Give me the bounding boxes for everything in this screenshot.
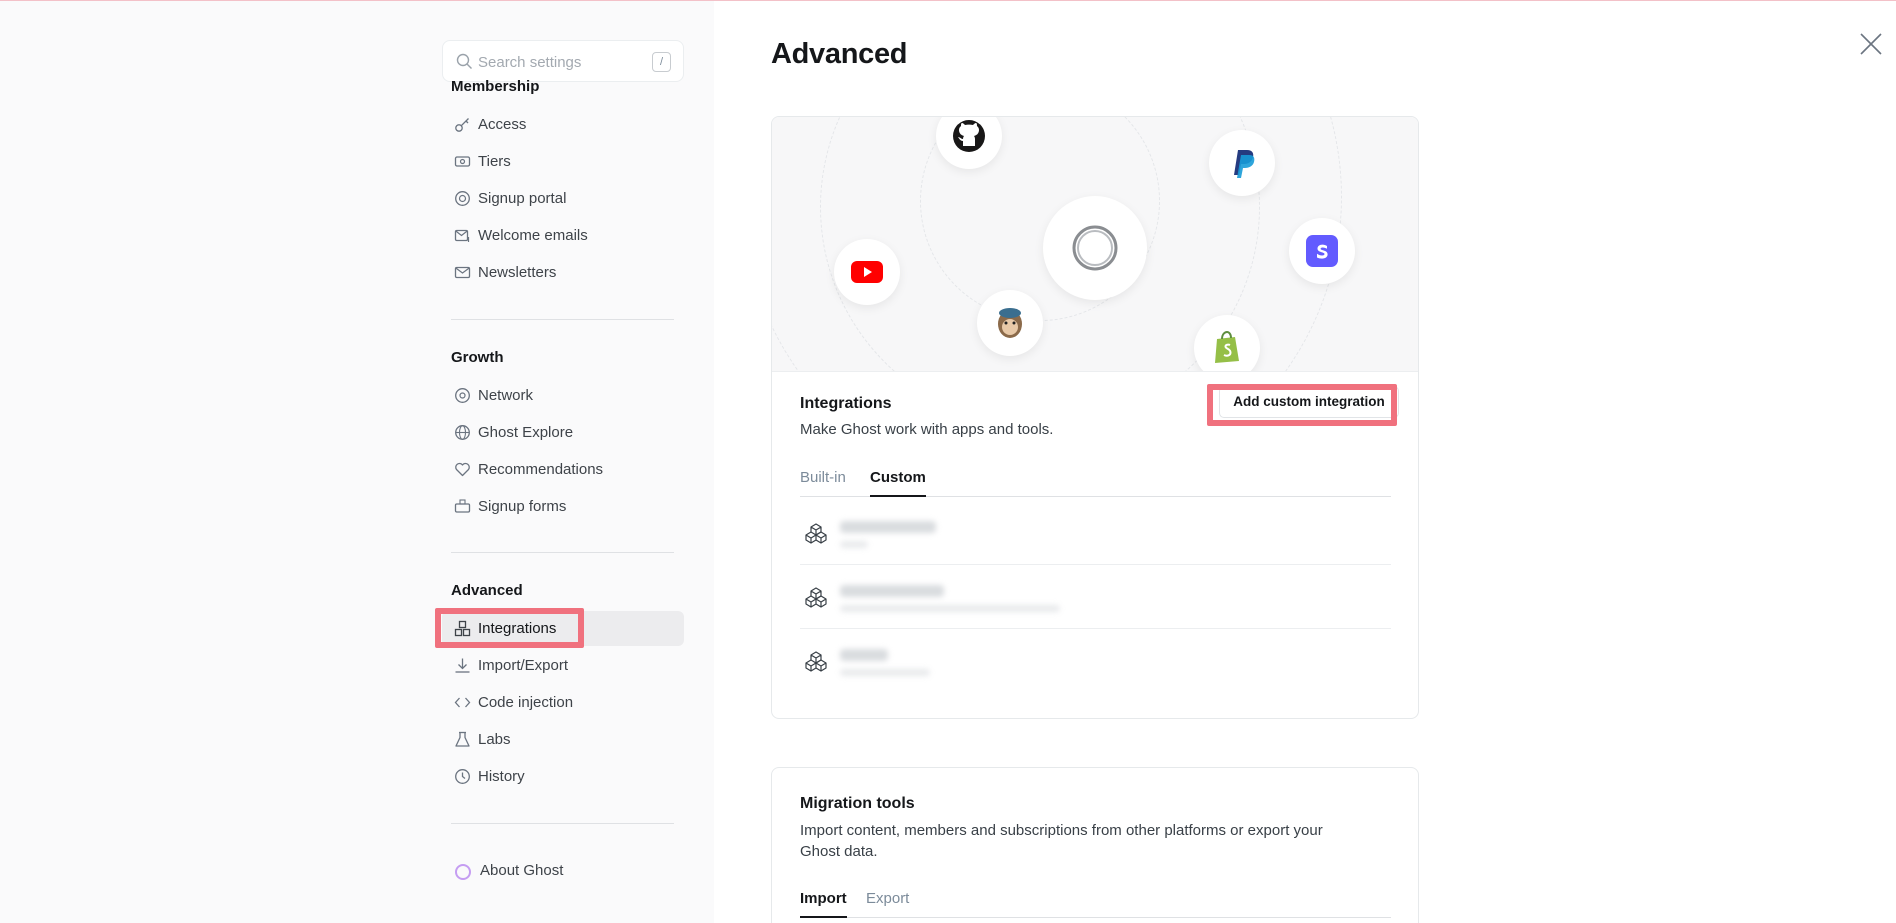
- sidebar-item-labs[interactable]: Labs: [442, 722, 684, 757]
- redacted-name: [840, 521, 936, 533]
- sidebar-item-recommendations[interactable]: Recommendations: [442, 452, 684, 487]
- shopify-icon: [1215, 330, 1239, 363]
- ticket-icon: [454, 156, 471, 167]
- close-icon[interactable]: [1858, 31, 1884, 57]
- custom-integration-icon: [805, 523, 827, 544]
- mail-plus-icon: [454, 229, 470, 242]
- tab-built-in[interactable]: Built-in: [800, 469, 846, 497]
- sidebar-item-label: Code injection: [478, 694, 574, 711]
- form-icon: [454, 499, 471, 513]
- migration-tools-card: Migration tools Import content, members …: [771, 767, 1419, 923]
- section-title-advanced: Advanced: [451, 582, 523, 599]
- sidebar-item-label: Labs: [478, 731, 511, 748]
- search-icon: [456, 53, 472, 69]
- ghost-ring-icon: [455, 864, 471, 880]
- redacted-name: [840, 649, 888, 661]
- sidebar-item-label: Import/Export: [478, 657, 569, 674]
- highlight-box-add-custom-integration: [1207, 384, 1397, 426]
- integrations-description: Make Ghost work with apps and tools.: [800, 421, 1054, 438]
- history-icon: [455, 769, 470, 784]
- search-placeholder: Search settings: [478, 54, 582, 71]
- sidebar-item-about-ghost[interactable]: About Ghost: [442, 853, 684, 888]
- code-icon: [454, 697, 471, 708]
- migration-description: Import content, members and subscription…: [800, 822, 1323, 860]
- download-icon: [455, 658, 470, 673]
- github-icon: [953, 120, 985, 152]
- sidebar-item-import-export[interactable]: Import/Export: [442, 648, 684, 683]
- sidebar-item-label: Ghost Explore: [478, 424, 574, 441]
- redacted-name: [840, 585, 944, 597]
- sidebar-divider: [451, 319, 674, 320]
- sidebar-item-label: About Ghost: [480, 862, 564, 879]
- shopify-bubble: [1194, 315, 1260, 371]
- highlight-box-integrations: [435, 608, 584, 648]
- network-icon: [455, 388, 470, 403]
- tab-import[interactable]: Import: [800, 890, 847, 918]
- ghost-logo-bubble: [1043, 196, 1147, 300]
- sidebar-item-welcome-emails[interactable]: Welcome emails: [442, 218, 684, 253]
- sidebar-item-newsletters[interactable]: Newsletters: [442, 255, 684, 290]
- tab-custom[interactable]: Custom: [870, 469, 926, 497]
- youtube-bubble: [834, 239, 900, 305]
- redacted-description: [840, 541, 868, 548]
- envelope-icon: [454, 266, 471, 279]
- youtube-icon: [851, 261, 883, 283]
- tab-export[interactable]: Export: [866, 890, 909, 918]
- sidebar-item-label: Newsletters: [478, 264, 557, 281]
- mailchimp-icon: [998, 308, 1022, 338]
- redacted-description: [840, 605, 1060, 612]
- sidebar-item-label: Welcome emails: [478, 227, 588, 244]
- ghost-logo-icon: [1072, 225, 1118, 271]
- sidebar-item-tiers[interactable]: Tiers: [442, 144, 684, 179]
- sidebar-item-network[interactable]: Network: [442, 378, 684, 413]
- section-title-growth: Growth: [451, 349, 504, 366]
- list-item[interactable]: [800, 565, 1391, 629]
- key-icon: [455, 118, 469, 132]
- list-item[interactable]: [800, 501, 1391, 565]
- sidebar-item-ghost-explore[interactable]: Ghost Explore: [442, 415, 684, 450]
- integrations-hero: [772, 117, 1418, 372]
- sidebar-divider: [451, 552, 674, 553]
- redacted-description: [840, 669, 930, 676]
- globe-icon: [455, 425, 470, 440]
- paypal-bubble: [1209, 130, 1275, 196]
- migration-tabs: Import Export: [800, 890, 1391, 918]
- paypal-icon: [1234, 150, 1255, 178]
- sidebar-divider: [451, 823, 674, 824]
- sidebar-item-access[interactable]: Access: [442, 107, 684, 142]
- sidebar-item-label: History: [478, 768, 525, 785]
- stripe-icon: [1306, 235, 1338, 267]
- stripe-bubble: [1289, 218, 1355, 284]
- portal-icon: [455, 191, 470, 206]
- custom-integration-icon: [805, 587, 827, 608]
- migration-title: Migration tools: [800, 795, 915, 812]
- sidebar-item-history[interactable]: History: [442, 759, 684, 794]
- sidebar-item-label: Recommendations: [478, 461, 604, 478]
- section-title-membership: Membership: [451, 78, 540, 95]
- sidebar-item-label: Signup forms: [478, 498, 567, 515]
- settings-sidebar: Search settings / Membership Access Tier…: [0, 1, 714, 923]
- sidebar-item-signup-forms[interactable]: Signup forms: [442, 489, 684, 524]
- sidebar-item-signup-portal[interactable]: Signup portal: [442, 181, 684, 216]
- search-field[interactable]: Search settings /: [442, 40, 684, 82]
- custom-integration-icon: [805, 651, 827, 672]
- flask-icon: [455, 731, 470, 747]
- heart-icon: [455, 462, 470, 477]
- sidebar-item-label: Network: [478, 387, 534, 404]
- integrations-tabs: Built-in Custom: [800, 469, 1391, 497]
- sidebar-item-label: Signup portal: [478, 190, 567, 207]
- integrations-title: Integrations: [800, 395, 892, 412]
- page-title: Advanced: [771, 38, 908, 70]
- shortcut-key: /: [652, 52, 671, 72]
- list-item[interactable]: [800, 629, 1391, 693]
- sidebar-item-code-injection[interactable]: Code injection: [442, 685, 684, 720]
- sidebar-item-label: Access: [478, 116, 527, 133]
- mailchimp-bubble: [977, 290, 1043, 356]
- sidebar-item-label: Tiers: [478, 153, 511, 170]
